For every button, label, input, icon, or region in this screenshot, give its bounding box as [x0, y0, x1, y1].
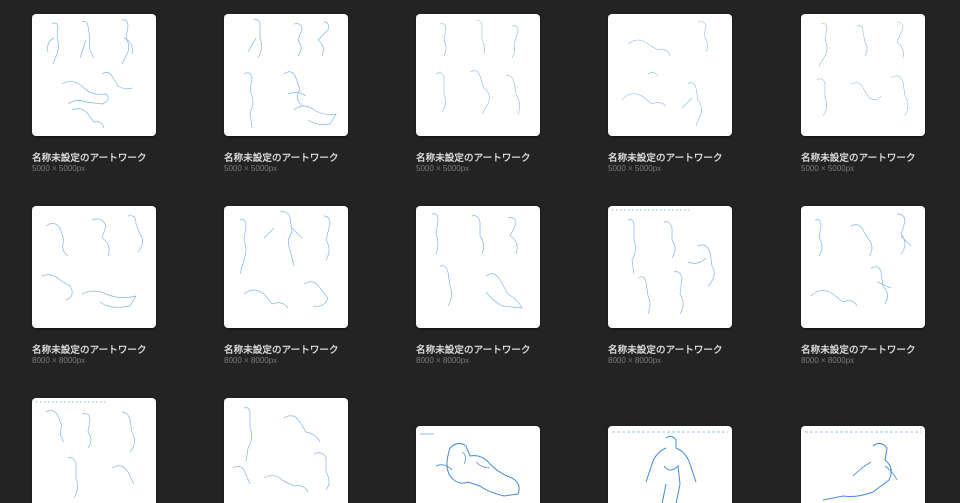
- sketch-image: [233, 407, 330, 493]
- artwork-title: 名称未設定のアートワーク: [416, 345, 531, 356]
- sketch-image: [239, 211, 331, 309]
- artwork-thumbnail[interactable]: [608, 14, 732, 136]
- sketch-image: [621, 21, 708, 127]
- artwork-thumbnail[interactable]: [608, 426, 732, 503]
- artwork-card[interactable]: [416, 426, 540, 503]
- artwork-card[interactable]: 名称未設定のアートワーク 8000 × 8000px: [801, 206, 925, 376]
- artwork-thumbnail[interactable]: [416, 206, 540, 328]
- artwork-dimensions: 5000 × 5000px: [32, 164, 86, 173]
- artwork-title: 名称未設定のアートワーク: [608, 345, 723, 356]
- artwork-title: 名称未設定のアートワーク: [224, 153, 339, 164]
- artwork-thumbnail[interactable]: [32, 14, 156, 136]
- artwork-card[interactable]: 名称未設定のアートワーク 8000 × 8000px: [224, 206, 348, 376]
- artwork-card[interactable]: [608, 426, 732, 503]
- artwork-card[interactable]: 名称未設定のアートワーク 5000 × 5000px: [801, 14, 925, 184]
- artwork-card[interactable]: 名称未設定のアートワーク 8000 × 8000px: [608, 206, 732, 376]
- artwork-thumbnail[interactable]: [224, 398, 348, 503]
- artwork-card[interactable]: 名称未設定のアートワーク 5000 × 5000px: [224, 14, 348, 184]
- sketch-image: [41, 215, 143, 308]
- artwork-card[interactable]: [32, 398, 156, 503]
- artwork-title: 名称未設定のアートワーク: [801, 345, 916, 356]
- artwork-dimensions: 8000 × 8000px: [32, 356, 86, 365]
- artwork-card[interactable]: 名称未設定のアートワーク 8000 × 8000px: [32, 206, 156, 376]
- artwork-title: 名称未設定のアートワーク: [32, 345, 147, 356]
- artwork-thumbnail[interactable]: [801, 14, 925, 136]
- sketch-image: [816, 21, 909, 117]
- artwork-dimensions: 5000 × 5000px: [608, 164, 662, 173]
- artwork-title: 名称未設定のアートワーク: [608, 153, 723, 164]
- artwork-title: 名称未設定のアートワーク: [32, 153, 147, 164]
- artwork-title: 名称未設定のアートワーク: [416, 153, 531, 164]
- artwork-dimensions: 8000 × 8000px: [801, 356, 855, 365]
- artwork-card[interactable]: 名称未設定のアートワーク 5000 × 5000px: [416, 14, 540, 184]
- sketch-image: [612, 209, 715, 315]
- artwork-thumbnail[interactable]: [416, 426, 540, 503]
- sketch-image: [47, 19, 133, 129]
- artwork-thumbnail[interactable]: [608, 206, 732, 328]
- sketch-image: [431, 213, 523, 309]
- sketch-image: [243, 19, 337, 129]
- sketch-image: [612, 431, 728, 503]
- artwork-dimensions: 5000 × 5000px: [224, 164, 278, 173]
- artwork-dimensions: 8000 × 8000px: [608, 356, 662, 365]
- sketch-image: [805, 431, 921, 501]
- artwork-dimensions: 5000 × 5000px: [801, 164, 855, 173]
- artwork-title: 名称未設定のアートワーク: [801, 153, 916, 164]
- artwork-card[interactable]: 名称未設定のアートワーク 8000 × 8000px: [416, 206, 540, 376]
- artwork-card[interactable]: 名称未設定のアートワーク 5000 × 5000px: [608, 14, 732, 184]
- artwork-card[interactable]: 名称未設定のアートワーク 5000 × 5000px: [32, 14, 156, 184]
- artwork-title: 名称未設定のアートワーク: [224, 345, 339, 356]
- artwork-thumbnail[interactable]: [224, 14, 348, 136]
- artwork-dimensions: 8000 × 8000px: [224, 356, 278, 365]
- artwork-thumbnail[interactable]: [416, 14, 540, 136]
- artwork-card[interactable]: [801, 426, 925, 503]
- artwork-thumbnail[interactable]: [801, 206, 925, 328]
- artwork-thumbnail[interactable]: [801, 426, 925, 503]
- artwork-card[interactable]: [224, 398, 348, 503]
- artwork-thumbnail[interactable]: [224, 206, 348, 328]
- sketch-image: [810, 213, 912, 307]
- artwork-thumbnail[interactable]: [32, 206, 156, 328]
- sketch-image: [36, 401, 135, 499]
- artwork-gallery: 名称未設定のアートワーク 5000 × 5000px 名称未設定のアートワーク …: [0, 0, 960, 503]
- sketch-image: [435, 19, 520, 115]
- sketch-image: [420, 433, 520, 497]
- artwork-dimensions: 5000 × 5000px: [416, 164, 470, 173]
- artwork-thumbnail[interactable]: [32, 398, 156, 503]
- artwork-dimensions: 8000 × 8000px: [416, 356, 470, 365]
